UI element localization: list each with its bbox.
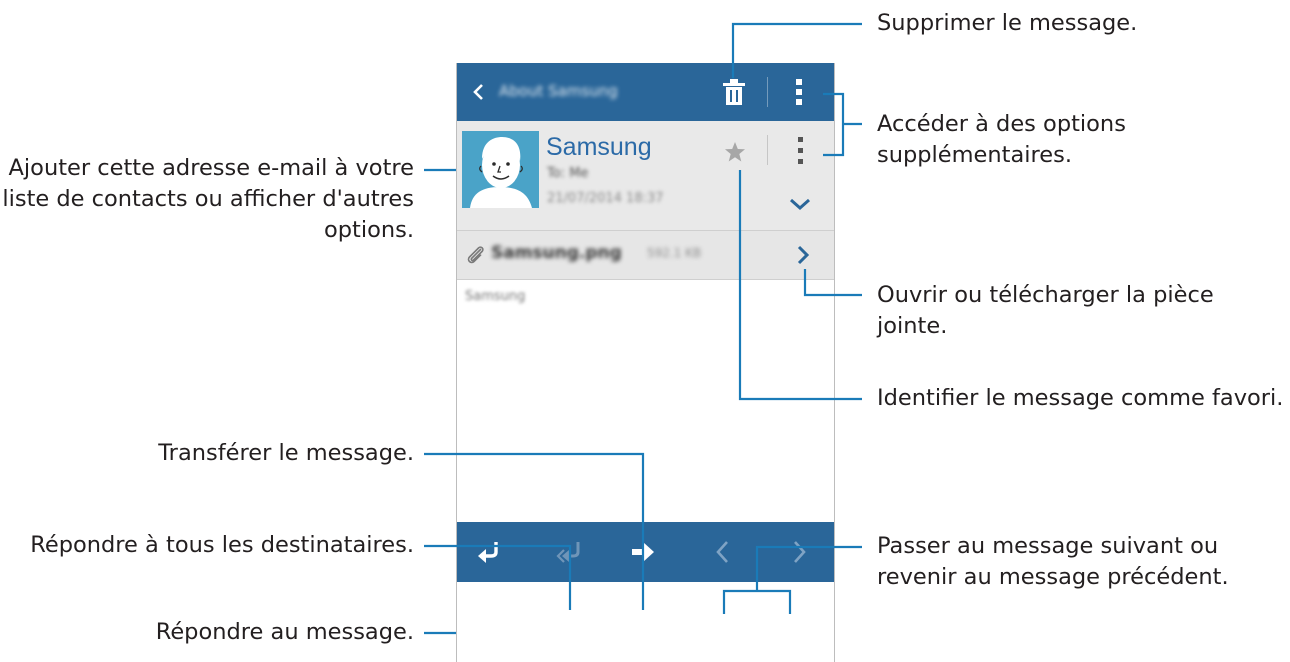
app-bar: About Samsung	[457, 63, 834, 121]
label-navigate-2: revenir au message précédent.	[877, 564, 1229, 590]
label-attachment-1: Ouvrir ou télécharger la pièce	[877, 282, 1214, 308]
paperclip-icon	[467, 246, 484, 264]
more-vertical-icon[interactable]	[792, 135, 810, 167]
email-date: 21/07/2014 18:37	[547, 191, 664, 206]
header-divider	[767, 135, 768, 165]
label-contact-3: options.	[323, 217, 414, 243]
label-contact-1: Ajouter cette adresse e-mail à votre	[8, 155, 414, 181]
star-icon[interactable]	[724, 141, 746, 163]
toolbar-divider	[767, 77, 768, 107]
bottom-action-bar	[457, 522, 834, 582]
forward-arrow-icon[interactable]	[628, 538, 658, 566]
more-vertical-icon[interactable]	[790, 77, 808, 107]
next-chevron-icon[interactable]	[784, 538, 814, 566]
chevron-down-icon[interactable]	[787, 195, 813, 213]
label-more-options-1: Accéder à des options	[877, 111, 1126, 137]
recipient-text: To: Me	[547, 166, 589, 181]
label-contact-2: liste de contacts ou afficher d'autres	[2, 186, 414, 212]
sender-name[interactable]: Samsung	[546, 133, 652, 162]
contact-avatar[interactable]	[462, 131, 539, 208]
previous-chevron-icon[interactable]	[708, 538, 738, 566]
chevron-right-icon[interactable]	[793, 243, 813, 267]
label-reply-all: Répondre à tous les destinataires.	[30, 532, 414, 558]
reply-icon[interactable]	[474, 538, 504, 566]
attachment-name: Samsung.png	[491, 243, 622, 263]
label-more-options-2: supplémentaires.	[877, 142, 1072, 168]
attachment-size: 592.1 KB	[647, 246, 702, 260]
email-subject: About Samsung	[499, 82, 618, 100]
default-contact-face-icon	[462, 131, 539, 208]
label-delete: Supprimer le message.	[877, 10, 1138, 36]
sender-header: Samsung To: Me 21/07/2014 18:37	[457, 121, 834, 231]
attachment-row[interactable]: Samsung.png 592.1 KB	[457, 231, 834, 280]
reply-all-icon[interactable]	[555, 538, 585, 566]
email-body: Samsung	[465, 289, 526, 304]
email-view-screen: About Samsung Samsung To: Me 21/07/2014 …	[456, 63, 835, 662]
label-favorite: Identifier le message comme favori.	[877, 385, 1284, 411]
label-reply: Répondre au message.	[155, 619, 414, 645]
trash-icon[interactable]	[721, 78, 747, 106]
label-forward: Transférer le message.	[158, 440, 414, 466]
back-chevron-icon[interactable]	[467, 80, 491, 104]
label-navigate-1: Passer au message suivant ou	[877, 533, 1219, 559]
label-attachment-2: jointe.	[877, 313, 948, 339]
